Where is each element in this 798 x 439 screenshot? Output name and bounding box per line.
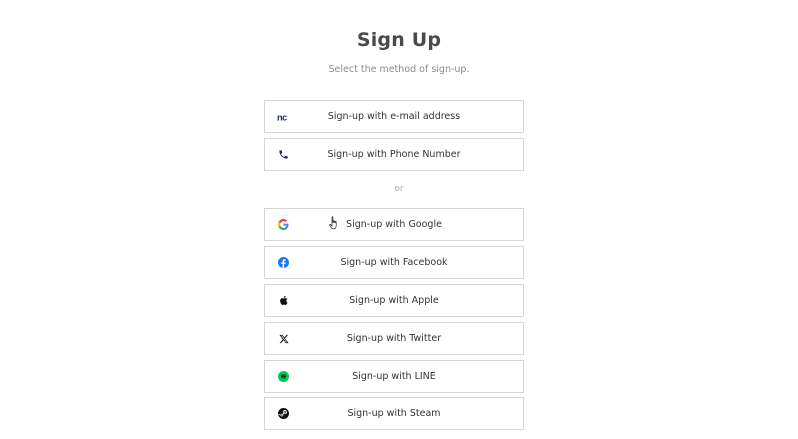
signup-steam-label: Sign-up with Steam <box>347 408 441 419</box>
signup-line-button[interactable]: Sign-up with LINE <box>264 360 524 393</box>
signup-facebook-button[interactable]: Sign-up with Facebook <box>264 246 524 279</box>
signup-twitter-label: Sign-up with Twitter <box>346 333 442 344</box>
signup-email-label: Sign-up with e-mail address <box>327 111 461 122</box>
signup-phone-button[interactable]: Sign-up with Phone Number <box>264 138 524 171</box>
page-subtitle: Select the method of sign-up. <box>328 64 470 75</box>
signup-steam-button[interactable]: Sign-up with Steam <box>264 397 524 430</box>
signup-twitter-button[interactable]: Sign-up with Twitter <box>264 322 524 355</box>
signup-apple-button[interactable]: Sign-up with Apple <box>264 284 524 317</box>
signup-email-button[interactable]: nc Sign-up with e-mail address <box>264 100 524 133</box>
hand-cursor-icon <box>329 215 339 230</box>
or-divider: or <box>394 184 404 194</box>
signup-apple-label: Sign-up with Apple <box>349 295 439 306</box>
page-title: Sign Up <box>356 29 442 51</box>
signup-google-label: Sign-up with Google <box>346 219 442 230</box>
signup-google-button[interactable]: Sign-up with Google <box>264 208 524 241</box>
signup-line-label: Sign-up with LINE <box>352 371 436 382</box>
signup-phone-label: Sign-up with Phone Number <box>327 149 461 160</box>
signup-facebook-label: Sign-up with Facebook <box>340 257 448 268</box>
